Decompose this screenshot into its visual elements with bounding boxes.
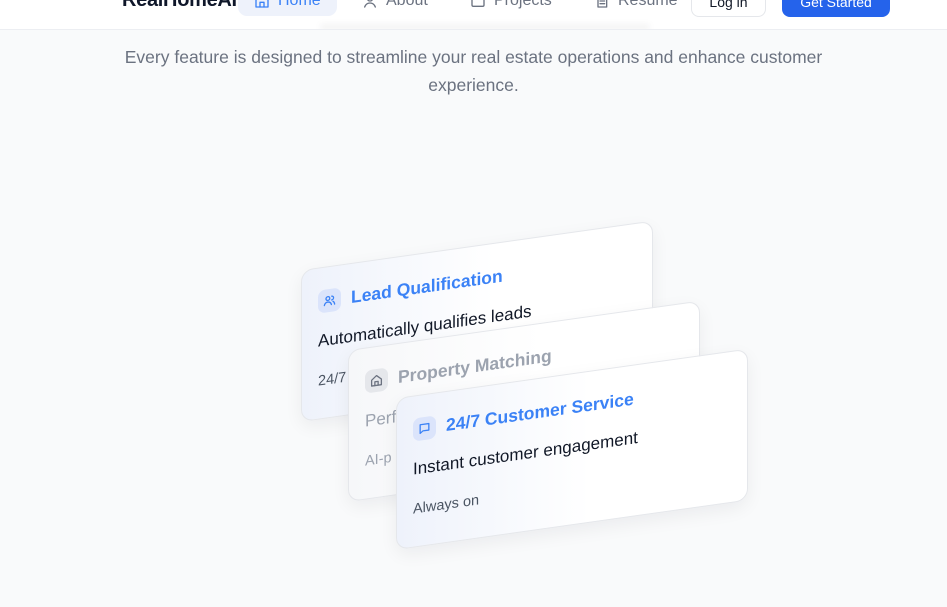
nav-item-label: About — [386, 0, 428, 9]
home-icon — [365, 367, 388, 394]
briefcase-icon — [471, 0, 485, 7]
home-icon — [255, 0, 269, 8]
card-title: Lead Qualification — [351, 265, 503, 307]
card-title: 24/7 Customer Service — [446, 388, 634, 435]
nav-item-resume[interactable]: Resume — [580, 0, 692, 16]
login-button[interactable]: Log in — [691, 0, 766, 17]
nav-item-label: Home — [278, 0, 321, 9]
nav-item-about[interactable]: About — [348, 0, 442, 16]
users-icon — [318, 287, 341, 314]
nav-item-label: Resume — [618, 0, 678, 9]
top-navbar: RealHomeAI Home About Projects Resume Lo… — [0, 0, 947, 30]
nav-shadow — [320, 24, 650, 29]
document-icon — [597, 0, 608, 8]
nav-item-label: Projects — [494, 0, 552, 9]
nav-item-home[interactable]: Home — [238, 0, 337, 16]
get-started-button[interactable]: Get Started — [782, 0, 890, 17]
chat-icon — [413, 415, 436, 442]
brand-logo[interactable]: RealHomeAI — [122, 0, 237, 12]
nav-item-projects[interactable]: Projects — [456, 0, 566, 16]
section-subtitle: Every feature is designed to streamline … — [124, 47, 823, 95]
user-icon — [364, 0, 376, 8]
